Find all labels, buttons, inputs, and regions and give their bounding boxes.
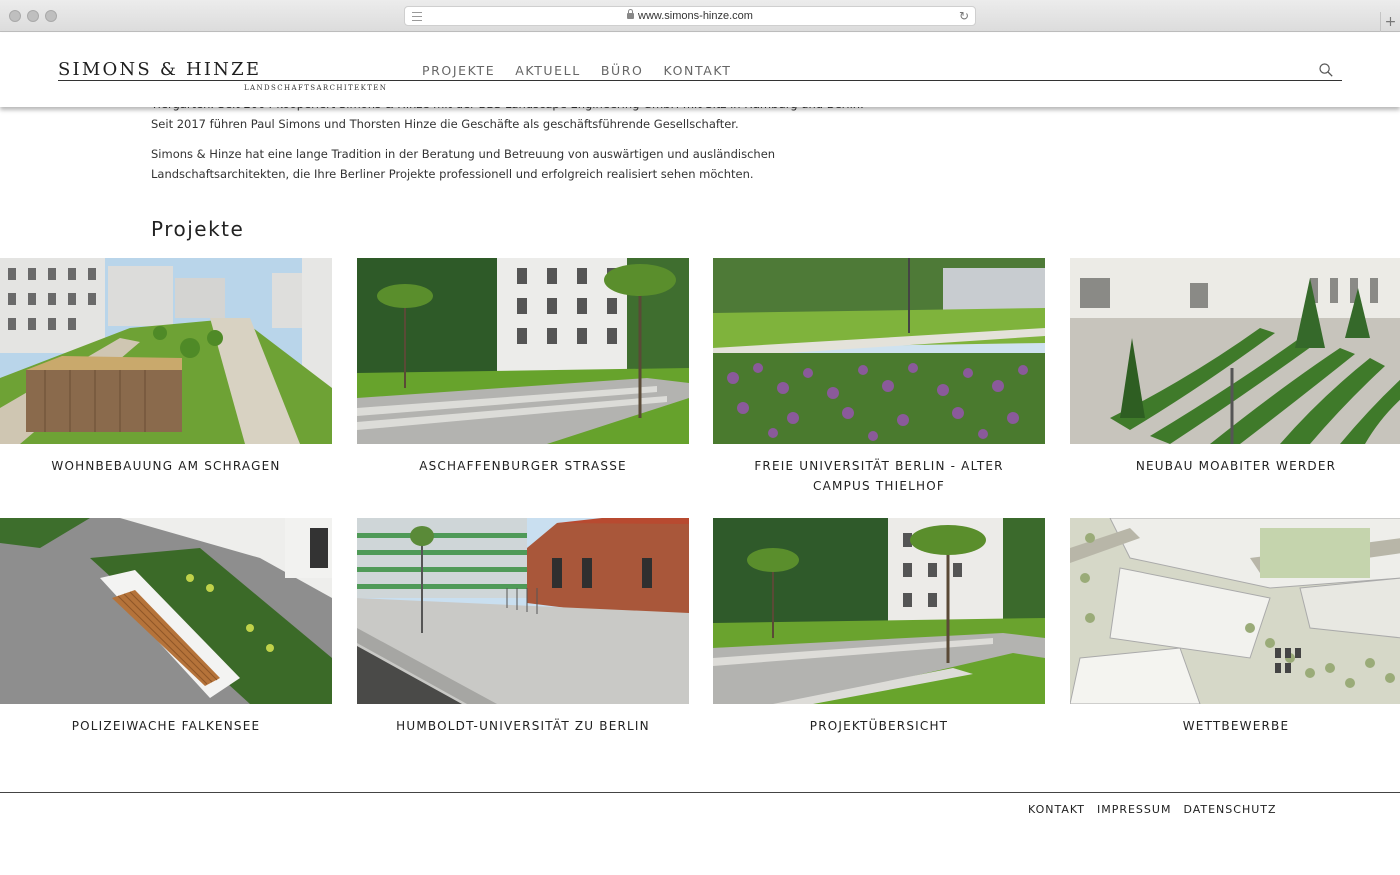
minimize-window-button[interactable] <box>27 10 39 22</box>
project-image[interactable] <box>1070 258 1400 444</box>
address-bar[interactable]: www.simons-hinze.com ↻ <box>404 6 976 26</box>
project-card-moabiter-werder[interactable]: NEUBAU MOABITER WERDER <box>1070 258 1400 476</box>
search-icon[interactable] <box>1319 63 1333 77</box>
nav-item-projekte[interactable]: PROJEKTE <box>422 63 495 78</box>
nav-item-aktuell[interactable]: AKTUELL <box>515 63 581 78</box>
url-text: www.simons-hinze.com <box>638 10 753 22</box>
site-logo[interactable]: SIMONS & HINZE <box>58 59 261 80</box>
project-image[interactable] <box>357 258 689 444</box>
project-title[interactable]: PROJEKTÜBERSICHT <box>713 716 1045 736</box>
project-image[interactable] <box>0 258 332 444</box>
header-divider <box>58 80 1342 81</box>
intro-paragraph: Seit 2017 führen Paul Simons und Thorste… <box>151 117 739 131</box>
project-image[interactable] <box>1070 518 1400 704</box>
footer-navigation: KONTAKT IMPRESSUM DATENSCHUTZ <box>1028 803 1277 816</box>
footer-divider <box>0 792 1400 793</box>
footer-link-datenschutz[interactable]: DATENSCHUTZ <box>1183 803 1276 816</box>
project-title[interactable]: FREIE UNIVERSITÄT BERLIN - ALTER CAMPUS … <box>713 456 1045 496</box>
project-card-aschaffenburger[interactable]: ASCHAFFENBURGER STRASSE <box>357 258 689 476</box>
project-card-freie-universitaet[interactable]: FREIE UNIVERSITÄT BERLIN - ALTER CAMPUS … <box>713 258 1045 496</box>
project-title[interactable]: ASCHAFFENBURGER STRASSE <box>357 456 689 476</box>
footer-link-kontakt[interactable]: KONTAKT <box>1028 803 1085 816</box>
intro-text: Tiergarten. Seit 2004 kooperiert Simons … <box>151 94 871 194</box>
project-image[interactable] <box>357 518 689 704</box>
nav-item-kontakt[interactable]: KONTAKT <box>663 63 731 78</box>
zoom-window-button[interactable] <box>45 10 57 22</box>
main-navigation: PROJEKTE AKTUELL BÜRO KONTAKT <box>422 63 731 78</box>
project-title[interactable]: POLIZEIWACHE FALKENSEE <box>0 716 332 736</box>
project-title[interactable]: WOHNBEBAUUNG AM SCHRAGEN <box>0 456 332 476</box>
project-image[interactable] <box>713 258 1045 444</box>
nav-item-buero[interactable]: BÜRO <box>601 63 644 78</box>
intro-paragraph: Simons & Hinze hat eine lange Tradition … <box>151 147 776 181</box>
project-card-wettbewerbe[interactable]: WETTBEWERBE <box>1070 518 1400 736</box>
project-card-projektuebersicht[interactable]: PROJEKTÜBERSICHT <box>713 518 1045 736</box>
project-title[interactable]: HUMBOLDT-UNIVERSITÄT ZU BERLIN <box>357 716 689 736</box>
project-image[interactable] <box>0 518 332 704</box>
new-tab-button[interactable]: + <box>1380 12 1400 32</box>
browser-toolbar: www.simons-hinze.com ↻ + <box>0 0 1400 32</box>
close-window-button[interactable] <box>9 10 21 22</box>
footer-link-impressum[interactable]: IMPRESSUM <box>1097 803 1171 816</box>
project-image[interactable] <box>713 518 1045 704</box>
project-card-polizeiwache[interactable]: POLIZEIWACHE FALKENSEE <box>0 518 332 736</box>
projects-section-title: Projekte <box>151 217 245 241</box>
url-display: www.simons-hinze.com <box>405 9 975 22</box>
site-logo-subtitle: LANDSCHAFTSARCHITEKTEN <box>244 84 388 92</box>
project-title[interactable]: WETTBEWERBE <box>1070 716 1400 736</box>
project-card-wohnbebauung[interactable]: WOHNBEBAUUNG AM SCHRAGEN <box>0 258 332 476</box>
project-title[interactable]: NEUBAU MOABITER WERDER <box>1070 456 1400 476</box>
project-card-humboldt[interactable]: HUMBOLDT-UNIVERSITÄT ZU BERLIN <box>357 518 689 736</box>
lock-icon <box>627 9 635 19</box>
reload-icon[interactable]: ↻ <box>959 9 969 23</box>
site-header: SIMONS & HINZE LANDSCHAFTSARCHITEKTEN PR… <box>0 33 1400 107</box>
